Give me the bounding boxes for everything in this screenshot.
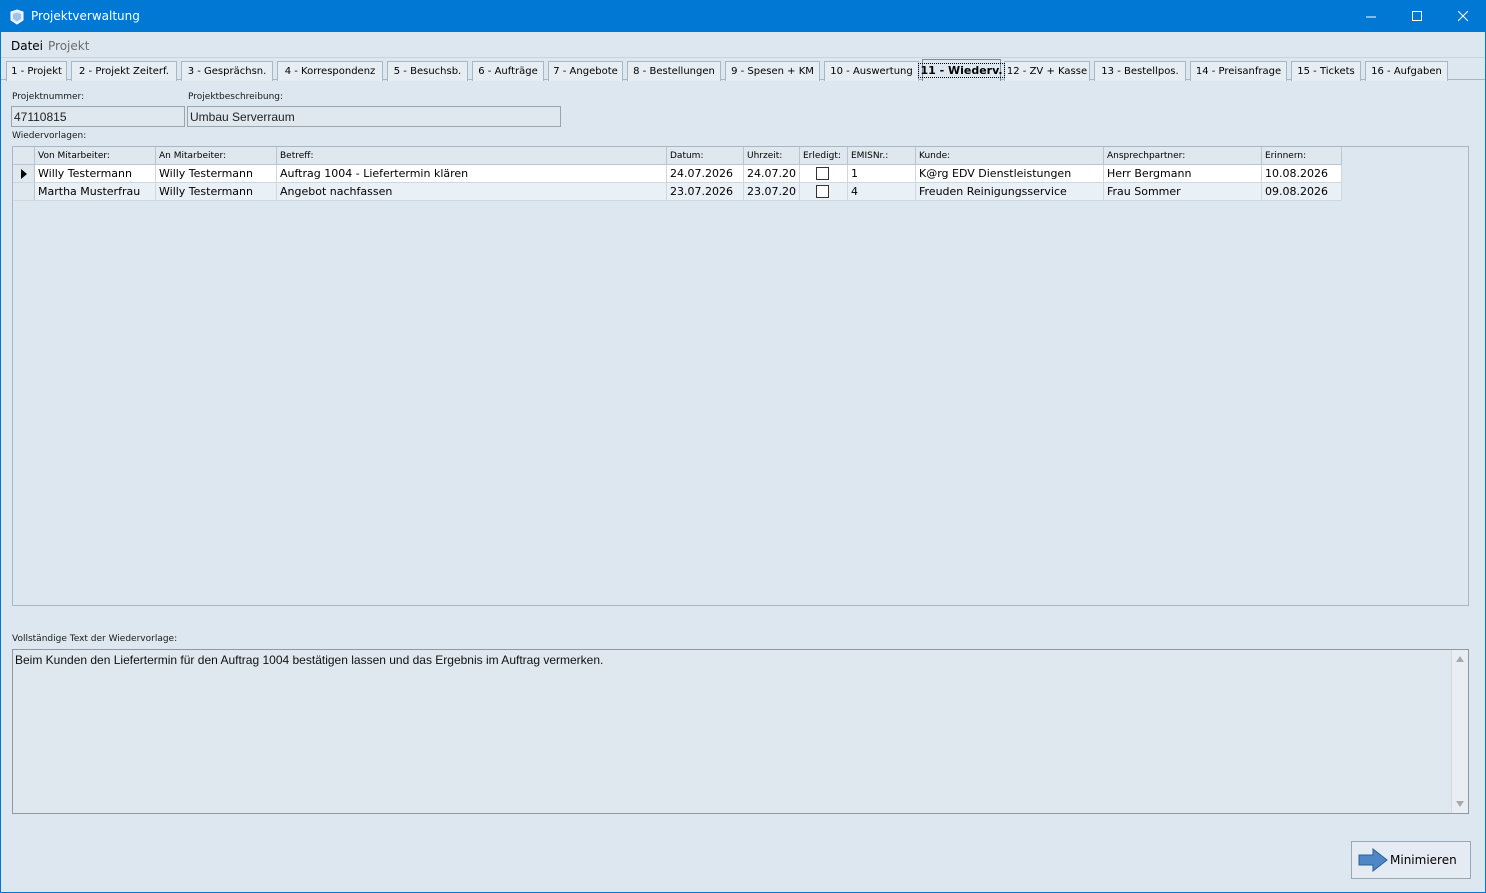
minimieren-label: Minimieren [1390,853,1457,867]
header-von-mitarbeiter[interactable]: Von Mitarbeiter: [35,147,156,165]
tab-auswertung[interactable]: 10 - Auswertung [824,61,919,81]
title-bar[interactable]: Projektverwaltung [1,1,1485,32]
tab-auftraege[interactable]: 6 - Aufträge [472,61,544,81]
close-window-button[interactable] [1440,1,1486,32]
maximize-icon [1411,11,1422,21]
menu-datei[interactable]: Datei [11,39,43,53]
row-selector[interactable] [13,183,35,201]
header-erledigt[interactable]: Erledigt: [800,147,848,165]
cell-kunde[interactable]: Freuden Reinigungsservice [916,183,1104,201]
app-icon [10,9,24,25]
tab-gespraechsn[interactable]: 3 - Gesprächsn. [181,61,273,81]
tab-zv-kasse[interactable]: 12 - ZV + Kasse [1004,61,1090,81]
current-row-icon [21,169,27,179]
tab-korrespondenz[interactable]: 4 - Korrespondenz [277,61,383,81]
cell-betreff[interactable]: Angebot nachfassen [277,183,667,201]
wiedervorlage-text-memo[interactable]: Beim Kunden den Liefertermin für den Auf… [12,649,1469,814]
wiedervorlagen-grid[interactable]: Von Mitarbeiter: An Mitarbeiter: Betreff… [12,146,1469,606]
tab-bestellungen[interactable]: 8 - Bestellungen [627,61,721,81]
tab-tickets[interactable]: 15 - Tickets [1291,61,1361,81]
row-selector[interactable] [13,165,35,183]
menu-bar: Datei Projekt [1,32,1485,58]
maximize-window-button[interactable] [1394,1,1440,32]
cell-an-mitarbeiter[interactable]: Willy Testermann [156,183,277,201]
scroll-up-icon[interactable] [1456,656,1464,662]
cell-ansprechpartner[interactable]: Herr Bergmann [1104,165,1262,183]
scroll-down-icon[interactable] [1456,801,1464,807]
minimize-window-button[interactable] [1348,1,1394,32]
main-window: Projektverwaltung Datei Projekt 1 - Proj… [0,0,1486,893]
projektnummer-field[interactable]: 47110815 [11,106,185,127]
projektbeschreibung-label: Projektbeschreibung: [188,92,284,102]
cell-von-mitarbeiter[interactable]: Martha Musterfrau [35,183,156,201]
header-erinnern[interactable]: Erinnern: [1262,147,1342,165]
cell-datum[interactable]: 24.07.2026 [667,165,744,183]
cell-von-mitarbeiter[interactable]: Willy Testermann [35,165,156,183]
minimieren-button[interactable]: Minimieren [1351,841,1471,879]
cell-erinnern[interactable]: 09.08.2026 [1262,183,1342,201]
tab-projekt-zeiterf[interactable]: 2 - Projekt Zeiterf. [71,61,177,81]
window-title: Projektverwaltung [31,9,140,23]
tab-preisanfrage[interactable]: 14 - Preisanfrage [1190,61,1287,81]
header-kunde[interactable]: Kunde: [916,147,1104,165]
cell-erledigt [800,165,848,183]
cell-emisnr[interactable]: 1 [848,165,916,183]
header-row-selector [13,147,35,165]
cell-kunde[interactable]: K@rg EDV Dienstleistungen [916,165,1104,183]
tab-spesen-km[interactable]: 9 - Spesen + KM [725,61,820,81]
projektbeschreibung-field[interactable]: Umbau Serverraum [187,106,561,127]
tab-projekt[interactable]: 1 - Projekt [6,61,67,81]
projektnummer-label: Projektnummer: [12,92,85,102]
memo-scrollbar[interactable] [1451,650,1468,813]
tab-bestellpos[interactable]: 13 - Bestellpos. [1094,61,1186,81]
menu-projekt[interactable]: Projekt [48,39,89,53]
tab-strip: 1 - Projekt 2 - Projekt Zeiterf. 3 - Ges… [1,59,1485,81]
erledigt-checkbox[interactable] [816,167,829,180]
header-emisnr[interactable]: EMISNr.: [848,147,916,165]
cell-ansprechpartner[interactable]: Frau Sommer [1104,183,1262,201]
tab-angebote[interactable]: 7 - Angebote [548,61,623,81]
header-an-mitarbeiter[interactable]: An Mitarbeiter: [156,147,277,165]
tab-aufgaben[interactable]: 16 - Aufgaben [1365,61,1448,81]
cell-erledigt [800,183,848,201]
arrow-right-icon [1358,848,1388,872]
memo-label: Vollständige Text der Wiedervorlage: [12,634,178,644]
cell-datum[interactable]: 23.07.2026 [667,183,744,201]
cell-an-mitarbeiter[interactable]: Willy Testermann [156,165,277,183]
erledigt-checkbox[interactable] [816,185,829,198]
header-ansprechpartner[interactable]: Ansprechpartner: [1104,147,1262,165]
tab-besuchsb[interactable]: 5 - Besuchsb. [387,61,468,81]
header-uhrzeit[interactable]: Uhrzeit: [744,147,800,165]
header-datum[interactable]: Datum: [667,147,744,165]
minimize-icon [1365,16,1376,18]
memo-text: Beim Kunden den Liefertermin für den Auf… [15,653,604,667]
header-betreff[interactable]: Betreff: [277,147,667,165]
tab-wiederv[interactable]: 11 - Wiederv. [918,59,1005,81]
wiedervorlagen-label: Wiedervorlagen: [12,131,87,141]
tab-wiederv-label: 11 - Wiederv. [918,63,1005,78]
cell-emisnr[interactable]: 4 [848,183,916,201]
cell-uhrzeit[interactable]: 23.07.20 [744,183,800,201]
cell-uhrzeit[interactable]: 24.07.20 [744,165,800,183]
cell-erinnern[interactable]: 10.08.2026 [1262,165,1342,183]
cell-betreff[interactable]: Auftrag 1004 - Liefertermin klären [277,165,667,183]
close-icon [1457,11,1468,22]
